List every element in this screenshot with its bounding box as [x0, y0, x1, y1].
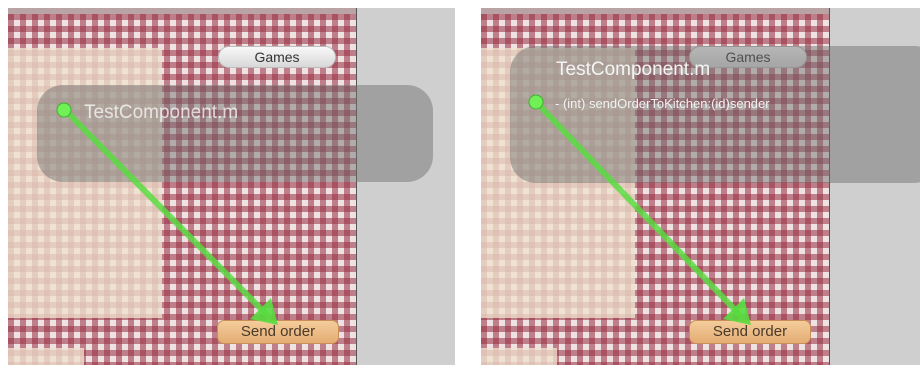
right-canvas: Games Send order TestComponent.m - (int)…: [481, 8, 920, 365]
connection-arrow: [528, 94, 751, 325]
connection-line: [533, 99, 742, 317]
connection-start-dot[interactable]: [56, 102, 72, 118]
left-canvas: Games Send order TestComponent.m: [8, 8, 455, 365]
connection-line: [62, 107, 269, 317]
connection-arrow: [56, 102, 278, 325]
connection-start-dot[interactable]: [528, 94, 544, 110]
